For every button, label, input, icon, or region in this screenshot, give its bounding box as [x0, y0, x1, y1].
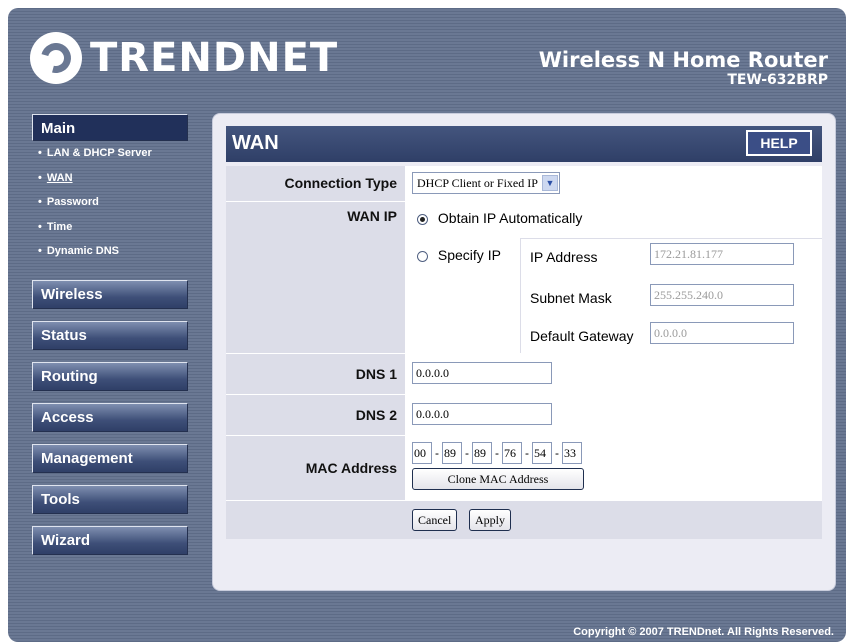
menu-status[interactable]: Status	[32, 320, 188, 350]
content-panel: WAN HELP Connection Type DHCP Client or …	[212, 113, 836, 591]
subnet-mask-input[interactable]	[650, 284, 794, 306]
connection-type-row: Connection Type DHCP Client or Fixed IP …	[226, 166, 822, 202]
dns1-input[interactable]	[412, 362, 552, 384]
header: TRENDNET Wireless N Home Router TEW-632B…	[8, 8, 846, 108]
dns1-label: DNS 1	[226, 354, 405, 394]
chevron-down-icon: ▼	[541, 175, 558, 191]
menu-routing[interactable]: Routing	[32, 361, 188, 391]
wan-form: Connection Type DHCP Client or Fixed IP …	[226, 166, 822, 539]
default-gateway-input[interactable]	[650, 322, 794, 344]
product-name: Wireless N Home Router	[538, 48, 828, 72]
mac-address-row: MAC Address - - - - -	[226, 436, 822, 501]
page-title: WAN	[232, 132, 279, 154]
dns1-row: DNS 1	[226, 354, 822, 395]
model-number: TEW-632BRP	[727, 72, 828, 88]
dns2-input[interactable]	[412, 403, 552, 425]
submenu-item-wan[interactable]: • WAN	[32, 170, 194, 195]
wan-ip-label: WAN IP	[226, 202, 405, 353]
connection-type-value: DHCP Client or Fixed IP	[417, 175, 538, 190]
brand-name: TRENDNET	[90, 35, 339, 81]
submenu-item-time[interactable]: • Time	[32, 219, 194, 244]
router-frame: TRENDNET Wireless N Home Router TEW-632B…	[8, 8, 846, 642]
logo-swirl-icon	[30, 32, 82, 84]
obtain-auto-radio[interactable]	[417, 213, 428, 225]
connection-type-select[interactable]: DHCP Client or Fixed IP ▼	[412, 172, 560, 194]
help-button[interactable]: HELP	[746, 130, 812, 156]
menu-wizard[interactable]: Wizard	[32, 525, 188, 555]
mac-octet-4[interactable]	[502, 442, 522, 464]
sidebar: Main • LAN & DHCP Server • WAN • Password •…	[32, 114, 194, 567]
brand-logo: TRENDNET	[30, 32, 338, 84]
subnet-mask-label: Subnet Mask	[530, 290, 612, 306]
submenu-item-password[interactable]: • Password	[32, 194, 194, 219]
mac-octet-1[interactable]	[412, 442, 432, 464]
submenu-item-dynamic-dns[interactable]: • Dynamic DNS	[32, 243, 194, 268]
default-gateway-label: Default Gateway	[530, 328, 634, 344]
mac-octets: - - - - -	[412, 442, 582, 464]
menu-management[interactable]: Management	[32, 443, 188, 473]
clone-mac-button[interactable]: Clone MAC Address	[412, 468, 584, 490]
menu-wireless[interactable]: Wireless	[32, 279, 188, 309]
mac-octet-6[interactable]	[562, 442, 582, 464]
menu-tools[interactable]: Tools	[32, 484, 188, 514]
wan-ip-row: WAN IP Obtain IP Automatically Specify I…	[226, 202, 822, 354]
submenu-item-lan-dhcp[interactable]: • LAN & DHCP Server	[32, 145, 194, 170]
ip-address-label: IP Address	[530, 249, 598, 265]
specify-ip-radio[interactable]	[417, 250, 428, 262]
obtain-auto-label: Obtain IP Automatically	[437, 210, 583, 226]
copyright-text: Copyright © 2007 TRENDnet. All Rights Re…	[573, 626, 834, 638]
connection-type-label: Connection Type	[226, 166, 405, 201]
main-submenu: • LAN & DHCP Server • WAN • Password • Time …	[32, 145, 194, 268]
dns2-label: DNS 2	[226, 395, 405, 435]
mac-octet-3[interactable]	[472, 442, 492, 464]
menu-main[interactable]: Main	[32, 114, 188, 141]
title-bar: WAN HELP	[226, 126, 822, 162]
action-row: Cancel Apply	[226, 501, 822, 539]
specify-ip-label: Specify IP	[437, 247, 501, 263]
ip-address-input[interactable]	[650, 243, 794, 265]
mac-octet-2[interactable]	[442, 442, 462, 464]
cancel-button[interactable]: Cancel	[412, 509, 458, 531]
dns2-row: DNS 2	[226, 395, 822, 436]
mac-address-label: MAC Address	[226, 436, 405, 500]
mac-octet-5[interactable]	[532, 442, 552, 464]
apply-button[interactable]: Apply	[469, 509, 511, 531]
menu-access[interactable]: Access	[32, 402, 188, 432]
product-info: Wireless N Home Router TEW-632BRP	[539, 48, 828, 88]
